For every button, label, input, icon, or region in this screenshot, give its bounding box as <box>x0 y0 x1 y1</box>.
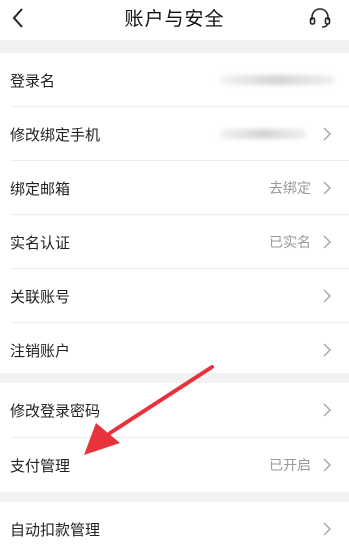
row-linked-accounts[interactable]: 关联账号 <box>0 269 349 323</box>
chevron-right-icon <box>323 289 332 303</box>
chevron-right-icon <box>323 458 332 472</box>
row-label: 支付管理 <box>10 456 71 475</box>
masked-value <box>219 129 307 139</box>
customer-service-button[interactable] <box>308 6 332 30</box>
headset-icon <box>309 8 331 28</box>
row-change-password[interactable]: 修改登录密码 <box>0 383 349 437</box>
row-label: 实名认证 <box>10 233 71 252</box>
auto-debit-group: 自动扣款管理 <box>0 502 349 553</box>
row-value: 已实名 <box>269 235 311 251</box>
row-label: 自动扣款管理 <box>10 520 101 539</box>
row-login-name[interactable]: 登录名 <box>0 53 349 107</box>
row-label: 注销账户 <box>10 341 71 360</box>
row-delete-account[interactable]: 注销账户 <box>0 323 349 377</box>
row-bind-email[interactable]: 绑定邮箱 去绑定 <box>0 161 349 215</box>
row-value: 已开启 <box>269 458 311 474</box>
page-title: 账户与安全 <box>124 8 225 30</box>
chevron-right-icon <box>323 235 332 249</box>
chevron-right-icon <box>323 403 332 417</box>
row-label: 修改登录密码 <box>10 401 101 420</box>
chevron-right-icon <box>323 181 332 195</box>
row-value: 去绑定 <box>269 181 311 197</box>
row-label: 绑定邮箱 <box>10 179 71 198</box>
masked-value <box>220 75 335 85</box>
row-change-phone[interactable]: 修改绑定手机 <box>0 107 349 161</box>
row-label: 关联账号 <box>10 287 71 306</box>
row-auto-debit[interactable]: 自动扣款管理 <box>0 502 349 553</box>
chevron-right-icon <box>323 343 332 357</box>
chevron-right-icon <box>323 522 332 536</box>
chevron-right-icon <box>323 127 332 141</box>
row-label: 修改绑定手机 <box>10 125 101 144</box>
security-group: 修改登录密码 支付管理 已开启 <box>0 383 349 492</box>
row-real-name[interactable]: 实名认证 已实名 <box>0 215 349 269</box>
account-settings-group: 登录名 修改绑定手机 绑定邮箱 去绑定 实名认证 已实名 关联账号 注销账户 <box>0 53 349 373</box>
row-label: 登录名 <box>10 71 56 90</box>
row-payment-management[interactable]: 支付管理 已开启 <box>0 438 349 492</box>
top-nav-bar: 账户与安全 <box>0 0 349 40</box>
